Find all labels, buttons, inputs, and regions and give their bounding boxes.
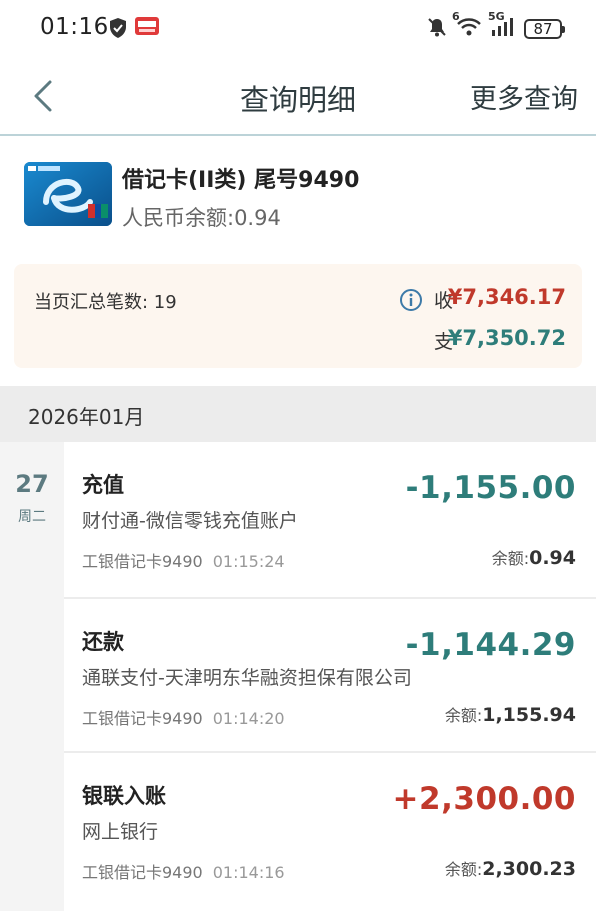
transaction-time: 01:15:24 bbox=[212, 552, 285, 571]
more-query-button[interactable]: 更多查询 bbox=[470, 77, 578, 116]
transaction-amount: +2,300.00 bbox=[392, 781, 576, 817]
balance-value: 2,300.23 bbox=[482, 858, 576, 880]
transaction-card: 工银借记卡9490 bbox=[82, 863, 203, 882]
wifi-generation-label: 6 bbox=[452, 10, 460, 23]
mute-bell-icon bbox=[426, 16, 448, 42]
transaction-balance: 余额:0.94 bbox=[492, 545, 576, 569]
date-weekday: 周二 bbox=[18, 509, 46, 525]
transaction-time: 01:14:20 bbox=[212, 709, 285, 728]
balance-label: 余额: bbox=[491, 549, 530, 568]
status-indicators: 6 5G 87 bbox=[426, 10, 565, 42]
transaction-title: 还款 bbox=[82, 630, 124, 654]
shield-icon bbox=[108, 17, 128, 43]
transaction-description: 通联支付-天津明东华融资担保有限公司 bbox=[82, 667, 412, 689]
date-day: 27 bbox=[15, 470, 49, 498]
network-type-label: 5G bbox=[488, 10, 505, 23]
transaction-meta: 工银借记卡9490 01:14:16 bbox=[82, 859, 285, 883]
transaction-meta: 工银借记卡9490 01:15:24 bbox=[82, 548, 285, 572]
battery-indicator: 87 bbox=[524, 19, 565, 39]
navigation-bar: 查询明细 更多查询 bbox=[0, 58, 596, 136]
transaction-balance: 余额:1,155.94 bbox=[445, 702, 576, 726]
date-column: 27 周二 bbox=[0, 442, 64, 911]
transaction-title: 充值 bbox=[82, 473, 124, 497]
balance-label: 余额: bbox=[444, 860, 483, 879]
transaction-time: 01:14:16 bbox=[212, 863, 285, 882]
page-summary: 当页汇总笔数: 19 收 ¥7,346.17 支 ¥7,350.72 bbox=[14, 264, 582, 368]
month-header: 2026年01月 bbox=[0, 386, 596, 442]
balance-value: 0.94 bbox=[529, 547, 576, 569]
transaction-card: 工银借记卡9490 bbox=[82, 709, 203, 728]
transaction-item[interactable]: 还款 -1,144.29 通联支付-天津明东华融资担保有限公司 工银借记卡949… bbox=[64, 599, 596, 754]
transaction-card: 工银借记卡9490 bbox=[82, 552, 203, 571]
info-icon[interactable] bbox=[399, 288, 423, 316]
wifi-icon: 6 bbox=[452, 10, 482, 42]
cellular-signal-icon: 5G bbox=[488, 10, 516, 42]
expense-total: ¥7,350.72 bbox=[447, 326, 566, 350]
transaction-title: 银联入账 bbox=[82, 784, 166, 808]
transaction-balance: 余额:2,300.23 bbox=[445, 856, 576, 880]
status-bar: 01:16 6 5G 87 bbox=[0, 0, 596, 58]
card-title: 借记卡(II类) 尾号9490 bbox=[122, 168, 360, 193]
card-balance: 人民币余额:0.94 bbox=[122, 206, 281, 230]
transaction-amount: -1,155.00 bbox=[405, 470, 576, 506]
transaction-description: 网上银行 bbox=[82, 821, 159, 843]
card-info: 借记卡(II类) 尾号9490 人民币余额:0.94 bbox=[0, 136, 596, 254]
transaction-description: 财付通-微信零钱充值账户 bbox=[82, 510, 298, 532]
month-label: 2026年01月 bbox=[28, 405, 145, 429]
status-time: 01:16 bbox=[40, 14, 109, 40]
transaction-meta: 工银借记卡9490 01:14:20 bbox=[82, 705, 285, 729]
bank-card-image bbox=[24, 162, 112, 226]
balance-value: 1,155.94 bbox=[482, 704, 576, 726]
transaction-item[interactable]: 银联入账 +2,300.00 网上银行 工银借记卡9490 01:14:16 余额… bbox=[64, 753, 596, 908]
app-notification-icon bbox=[134, 15, 160, 41]
transaction-item[interactable]: 充值 -1,155.00 财付通-微信零钱充值账户 工银借记卡9490 01:15… bbox=[64, 442, 596, 597]
income-total: ¥7,346.17 bbox=[447, 285, 566, 309]
summary-count: 当页汇总笔数: 19 bbox=[34, 292, 177, 313]
transaction-amount: -1,144.29 bbox=[405, 627, 576, 663]
balance-label: 余额: bbox=[444, 706, 483, 725]
